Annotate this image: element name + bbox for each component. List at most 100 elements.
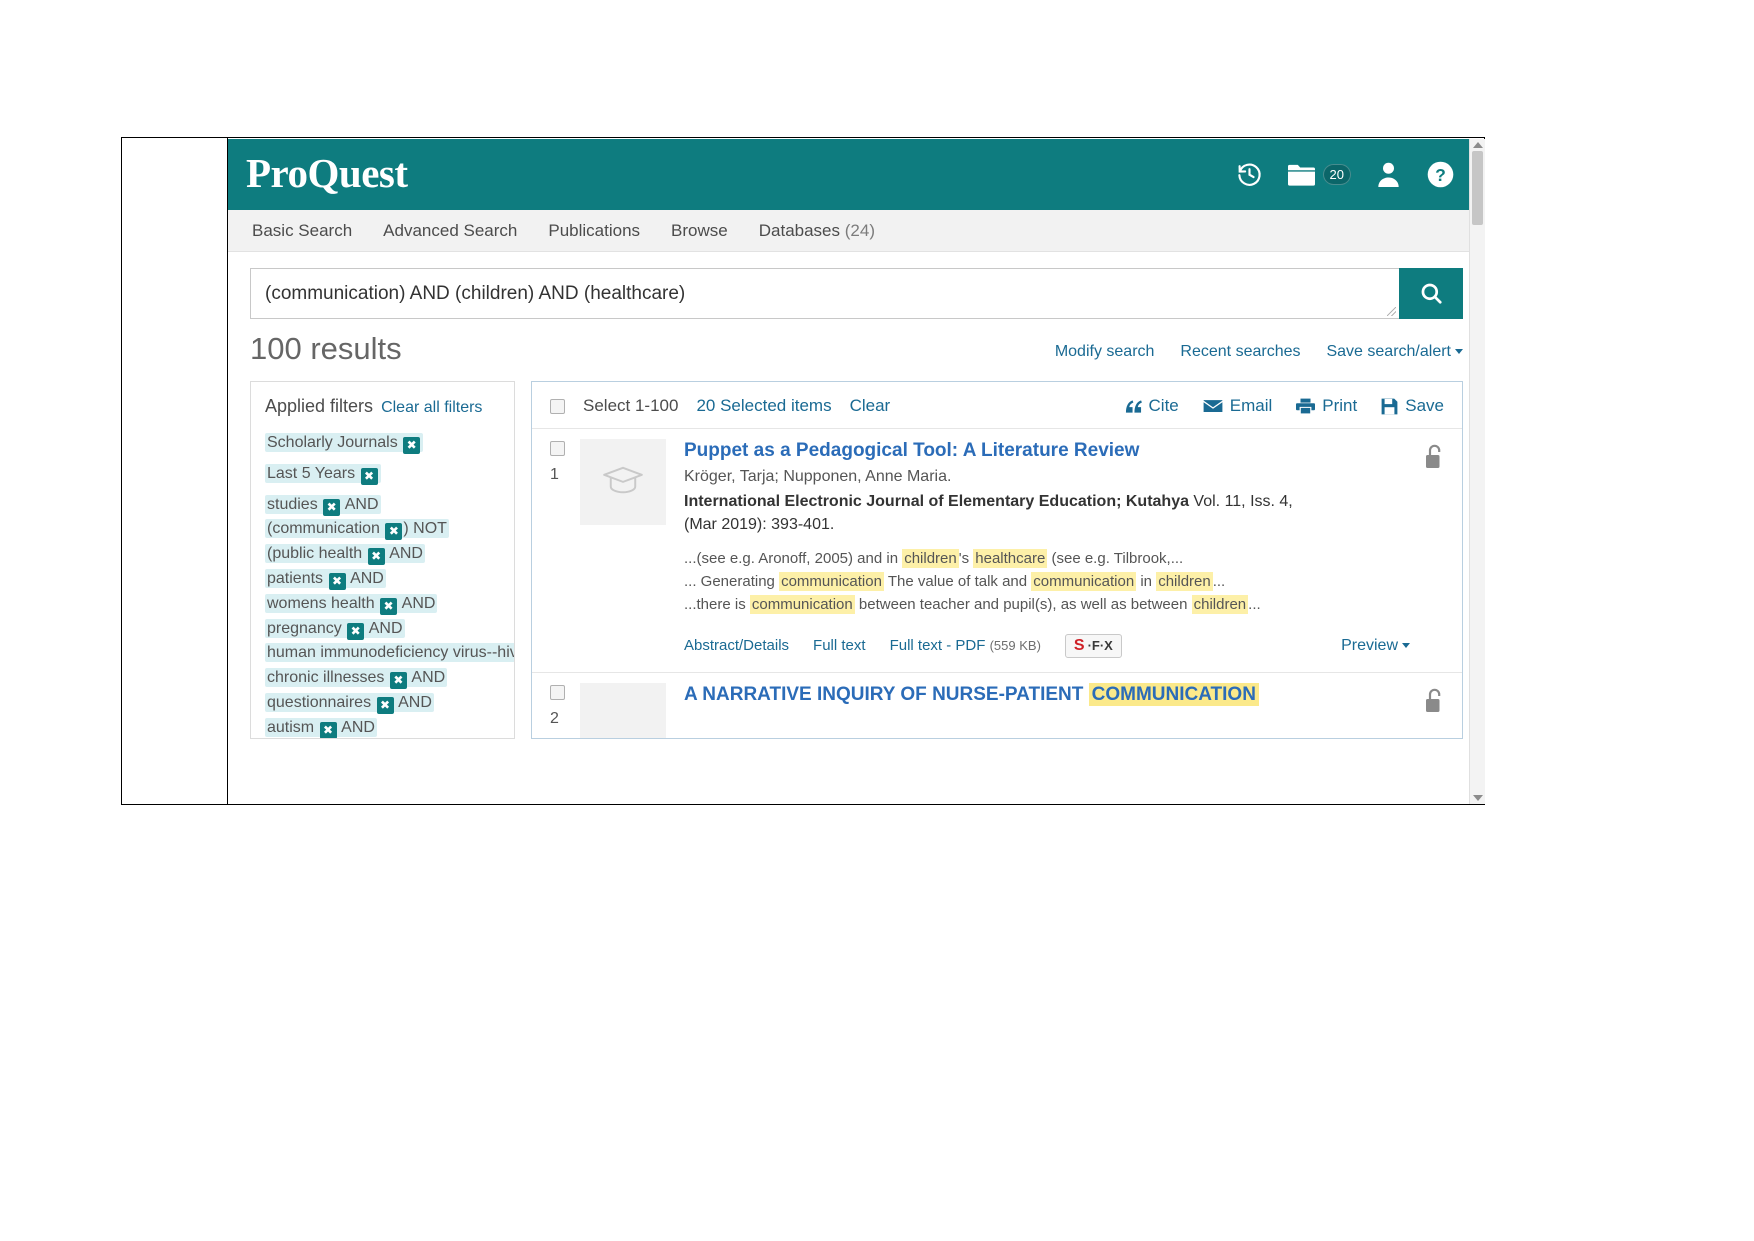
filter-chip-scholarly-journals[interactable]: Scholarly Journals ✖: [265, 433, 423, 452]
nav-label: Databases: [759, 221, 840, 240]
scroll-up-arrow-icon[interactable]: [1473, 142, 1483, 148]
filter-chip-label: Scholarly Journals: [267, 434, 398, 451]
email-button[interactable]: Email: [1203, 396, 1273, 416]
result-checkbox[interactable]: [550, 441, 565, 456]
result-title-link[interactable]: Puppet as a Pedagogical Tool: A Literatu…: [684, 439, 1410, 463]
clear-selection-link[interactable]: Clear: [850, 396, 891, 416]
remove-filter-icon[interactable]: ✖: [323, 499, 340, 516]
snippet-text: (see e.g. Tilbrook,...: [1047, 550, 1183, 567]
vertical-scrollbar[interactable]: [1469, 139, 1485, 804]
remove-filter-icon[interactable]: ✖: [329, 573, 346, 590]
nav-browse[interactable]: Browse: [671, 221, 728, 241]
save-button[interactable]: Save: [1381, 396, 1444, 416]
search-submit-button[interactable]: [1399, 268, 1463, 319]
print-label: Print: [1322, 396, 1357, 416]
result-title-highlight: COMMUNICATION: [1089, 683, 1259, 706]
filter-term-label: womens health: [267, 595, 375, 612]
user-icon[interactable]: [1373, 160, 1403, 190]
snippet-highlight: communication: [779, 572, 884, 591]
applied-filter-chips: Scholarly Journals ✖ Last 5 Years ✖ stud…: [265, 431, 500, 739]
scrollbar-thumb[interactable]: [1472, 151, 1483, 225]
filter-term-hiv[interactable]: human immunodeficiency virus--hiv ✖ AND: [265, 643, 515, 662]
remove-filter-icon[interactable]: ✖: [320, 722, 337, 739]
remove-filter-icon[interactable]: ✖: [390, 672, 407, 689]
full-text-pdf-link[interactable]: Full text - PDF (559 KB): [890, 637, 1041, 654]
result-publication-name: International Electronic Journal of Elem…: [684, 493, 1189, 510]
remove-filter-icon[interactable]: ✖: [377, 697, 394, 714]
full-text-link[interactable]: Full text: [813, 637, 866, 654]
envelope-icon: [1203, 399, 1223, 413]
filter-term-womens-health[interactable]: womens health ✖ AND: [265, 594, 437, 613]
folder-icon[interactable]: [1287, 160, 1317, 190]
filter-term-label: studies: [267, 496, 318, 513]
result-snippet: ... Generating communication The value o…: [684, 571, 1410, 594]
filter-term-questionnaires[interactable]: questionnaires ✖ AND: [265, 693, 434, 712]
svg-text:?: ?: [1435, 165, 1446, 185]
filter-term-studies[interactable]: studies ✖ AND: [265, 495, 381, 514]
proquest-logo[interactable]: ProQuest: [246, 153, 408, 194]
remove-filter-icon[interactable]: ✖: [385, 523, 402, 540]
sfx-link-resolver-button[interactable]: SS·F·X·F·X: [1065, 634, 1122, 658]
filter-term-communication[interactable]: (communication ✖) NOT: [265, 519, 449, 538]
nav-databases[interactable]: Databases (24): [759, 221, 875, 241]
cite-button[interactable]: Cite: [1125, 396, 1179, 416]
quote-icon: [1125, 399, 1142, 414]
result-details: A NARRATIVE INQUIRY OF NURSE-PATIENT COM…: [684, 679, 1410, 739]
filter-term-chronic-illnesses[interactable]: chronic illnesses ✖ AND: [265, 668, 447, 687]
result-thumbnail: [580, 439, 666, 525]
snippet-text: between teacher and pupil(s), as well as…: [855, 596, 1192, 613]
filter-term-pregnancy[interactable]: pregnancy ✖ AND: [265, 619, 405, 638]
result-item: 2 A NARRATIVE INQUIRY OF NURSE-PATIENT C…: [532, 672, 1462, 739]
filter-term-public-health[interactable]: (public health ✖ AND: [265, 544, 425, 563]
save-search-alert-link[interactable]: Save search/alert: [1326, 343, 1463, 361]
result-snippet: ...there is communication between teache…: [684, 594, 1410, 617]
snippet-highlight: healthcare: [973, 549, 1047, 568]
nav-advanced-search[interactable]: Advanced Search: [383, 221, 517, 241]
textarea-resize-grip[interactable]: [1387, 307, 1396, 316]
result-select-column: 2: [550, 679, 580, 739]
masthead-icon-group: 20 ?: [1235, 160, 1473, 190]
nav-label: Advanced Search: [383, 221, 517, 240]
full-text-pdf-label: Full text - PDF: [890, 637, 986, 654]
recent-searches-icon[interactable]: [1235, 160, 1265, 190]
nav-label: Publications: [548, 221, 640, 240]
my-research-folder[interactable]: 20: [1287, 160, 1351, 190]
filter-operator: AND: [365, 620, 402, 637]
remove-filter-icon[interactable]: ✖: [403, 437, 420, 454]
clear-all-filters-link[interactable]: Clear all filters: [381, 399, 482, 417]
result-title-link[interactable]: A NARRATIVE INQUIRY OF NURSE-PATIENT COM…: [684, 683, 1410, 707]
remove-filter-icon[interactable]: ✖: [380, 598, 397, 615]
filter-term-patients[interactable]: patients ✖ AND: [265, 569, 386, 588]
nav-basic-search[interactable]: Basic Search: [252, 221, 352, 241]
result-number: 1: [550, 466, 580, 484]
filter-term-autism[interactable]: autism ✖ AND: [265, 718, 377, 737]
preview-toggle[interactable]: Preview: [1341, 637, 1410, 655]
selected-items-link[interactable]: 20 Selected items: [696, 396, 831, 416]
filter-chip-label: Last 5 Years: [267, 465, 355, 482]
help-icon[interactable]: ?: [1425, 160, 1455, 190]
result-item: 1 Puppet as a Pedagogical Tool: A Litera…: [532, 428, 1462, 672]
recent-searches-link[interactable]: Recent searches: [1180, 343, 1300, 361]
nav-publications[interactable]: Publications: [548, 221, 640, 241]
search-input[interactable]: (communication) AND (children) AND (heal…: [250, 268, 1399, 319]
snippet-highlight: children: [902, 549, 959, 568]
result-authors: Kröger, Tarja; Nupponen, Anne Maria.: [684, 468, 1410, 486]
result-select-column: 1: [550, 435, 580, 672]
snippet-highlight: communication: [1031, 572, 1136, 591]
abstract-details-link[interactable]: Abstract/Details: [684, 637, 789, 654]
remove-filter-icon[interactable]: ✖: [368, 548, 385, 565]
remove-filter-icon[interactable]: ✖: [361, 468, 378, 485]
nav-label: Basic Search: [252, 221, 352, 240]
pdf-file-size: (559 KB): [990, 638, 1041, 653]
results-content: Applied filters Clear all filters Schola…: [228, 367, 1485, 739]
snippet-text: ...(see e.g. Aronoff, 2005) and in: [684, 550, 902, 567]
result-checkbox[interactable]: [550, 685, 565, 700]
scroll-down-arrow-icon[interactable]: [1473, 795, 1483, 801]
filter-chip-last-5-years[interactable]: Last 5 Years ✖: [265, 464, 381, 483]
select-all-checkbox[interactable]: [550, 399, 565, 414]
remove-filter-icon[interactable]: ✖: [347, 623, 364, 640]
save-search-alert-label: Save search/alert: [1326, 343, 1451, 360]
print-button[interactable]: Print: [1296, 396, 1357, 416]
printer-icon: [1296, 398, 1315, 414]
modify-search-link[interactable]: Modify search: [1055, 343, 1155, 361]
